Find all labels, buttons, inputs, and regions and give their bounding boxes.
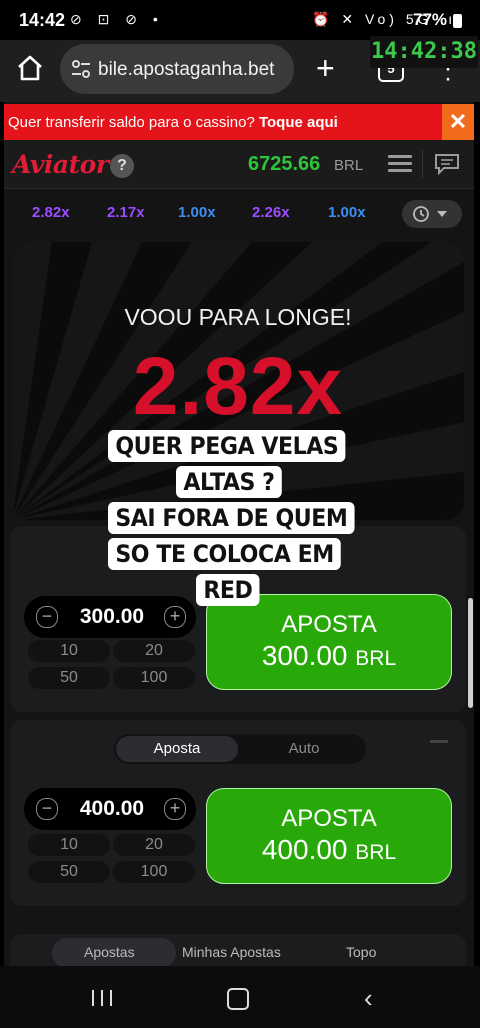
balance-amount: 6725.66 xyxy=(248,153,321,175)
site-settings-icon[interactable] xyxy=(70,58,92,80)
decrease-icon[interactable]: − xyxy=(36,798,58,820)
decrease-icon[interactable]: − xyxy=(36,606,58,628)
history-item: 1.00x xyxy=(328,204,366,221)
history-item: 2.82x xyxy=(32,204,70,221)
tab-apostas[interactable]: Apostas xyxy=(84,944,135,960)
battery-level: 77% xyxy=(413,10,448,29)
home-icon[interactable] xyxy=(16,54,44,82)
history-item: 1.00x xyxy=(178,204,216,221)
banner-action: Toque aqui xyxy=(258,114,338,131)
history-item: 2.26x xyxy=(252,204,290,221)
quick-amount-button[interactable]: 20 xyxy=(113,640,195,662)
webpage: Quer transferir saldo para o cassino? To… xyxy=(4,102,474,966)
chat-icon[interactable] xyxy=(434,152,460,176)
place-bet-button[interactable]: APOSTA 400.00 BRL xyxy=(206,788,452,884)
help-icon[interactable]: ? xyxy=(110,154,134,178)
recent-apps-icon[interactable] xyxy=(92,990,114,1006)
quick-amount-button[interactable]: 20 xyxy=(113,834,195,856)
quick-amount-button[interactable]: 50 xyxy=(28,667,110,689)
transfer-banner[interactable]: Quer transferir saldo para o cassino? To… xyxy=(4,104,474,140)
amount-stepper: − 400.00 + xyxy=(24,788,196,830)
quick-amount-button[interactable]: 10 xyxy=(28,834,110,856)
bet-panel-2: Aposta Auto − 400.00 + 10 20 50 100 APOS… xyxy=(10,720,466,906)
caret-down-icon xyxy=(437,211,447,217)
status-time: 14:42 xyxy=(19,10,66,30)
overlay-clock: 14:42:38 xyxy=(370,36,478,68)
caption-line: SAI FORA DE QUEM xyxy=(108,502,355,534)
bet-amount[interactable]: 300.00 xyxy=(70,605,154,629)
bets-tabs: Apostas Minhas Apostas Topo xyxy=(10,934,466,966)
history-item: 2.17x xyxy=(107,204,145,221)
crash-multiplier: 2.82x xyxy=(132,341,344,432)
increase-icon[interactable]: + xyxy=(164,798,186,820)
system-nav-bar: ‹ xyxy=(0,966,480,1028)
game-header: Aviator ? 6725.66 BRL xyxy=(4,140,474,189)
quick-amount-button[interactable]: 100 xyxy=(113,861,195,883)
bet-button-label: APOSTA xyxy=(281,611,377,638)
bet-button-amount: 400.00 BRL xyxy=(261,834,397,865)
multiplier-history: 2.82x 2.17x 1.00x 2.26x 1.00x xyxy=(4,190,474,236)
caption-line: QUER PEGA VELAS xyxy=(108,430,346,462)
quick-amount-button[interactable]: 100 xyxy=(113,667,195,689)
header-divider xyxy=(422,150,423,178)
tab-auto[interactable]: Auto xyxy=(244,736,364,762)
caption-line: SO TE COLOCA EM xyxy=(108,538,342,570)
bet-button-label: APOSTA xyxy=(281,805,377,832)
url-text: bile.apostaganha.bet xyxy=(98,59,275,80)
increase-icon[interactable]: + xyxy=(164,606,186,628)
close-icon[interactable]: ✕ xyxy=(442,104,474,140)
history-toggle-button[interactable] xyxy=(402,200,462,228)
aviator-logo: Aviator xyxy=(12,150,109,179)
new-tab-icon[interactable]: + xyxy=(316,52,335,84)
back-icon[interactable]: ‹ xyxy=(364,985,373,1011)
bet-mode-switch: Aposta Auto xyxy=(114,734,366,764)
battery-icon xyxy=(453,14,462,28)
tab-aposta[interactable]: Aposta xyxy=(116,736,238,762)
quick-amount-button[interactable]: 10 xyxy=(28,640,110,662)
caption-line: ALTAS ? xyxy=(176,466,282,498)
hamburger-menu-icon[interactable] xyxy=(388,155,412,173)
notification-icons: ⊘ ⊡ ⊘ • xyxy=(70,11,164,27)
scrollbar[interactable] xyxy=(468,598,473,708)
bet-button-amount: 300.00 BRL xyxy=(261,640,397,671)
quick-amount-button[interactable]: 50 xyxy=(28,861,110,883)
tab-topo[interactable]: Topo xyxy=(346,944,376,960)
amount-stepper: − 300.00 + xyxy=(24,596,196,638)
address-bar[interactable]: bile.apostaganha.bet xyxy=(60,44,294,94)
bet-amount[interactable]: 400.00 xyxy=(70,797,154,821)
banner-text: Quer transferir saldo para o cassino? To… xyxy=(8,114,338,131)
tab-minhas-apostas[interactable]: Minhas Apostas xyxy=(182,944,281,960)
round-status: VOOU PARA LONGE! xyxy=(124,304,352,330)
status-bar: 14:42 ⊘ ⊡ ⊘ • ⏰ ✕ Vo) 5G .ıl 77% xyxy=(0,0,480,40)
balance-currency: BRL xyxy=(334,157,364,174)
caption-line: RED xyxy=(196,574,260,606)
place-bet-button[interactable]: APOSTA 300.00 BRL xyxy=(206,594,452,690)
remove-panel-icon[interactable] xyxy=(430,740,448,743)
home-button-icon[interactable] xyxy=(227,988,249,1010)
history-clock-icon xyxy=(413,206,429,222)
